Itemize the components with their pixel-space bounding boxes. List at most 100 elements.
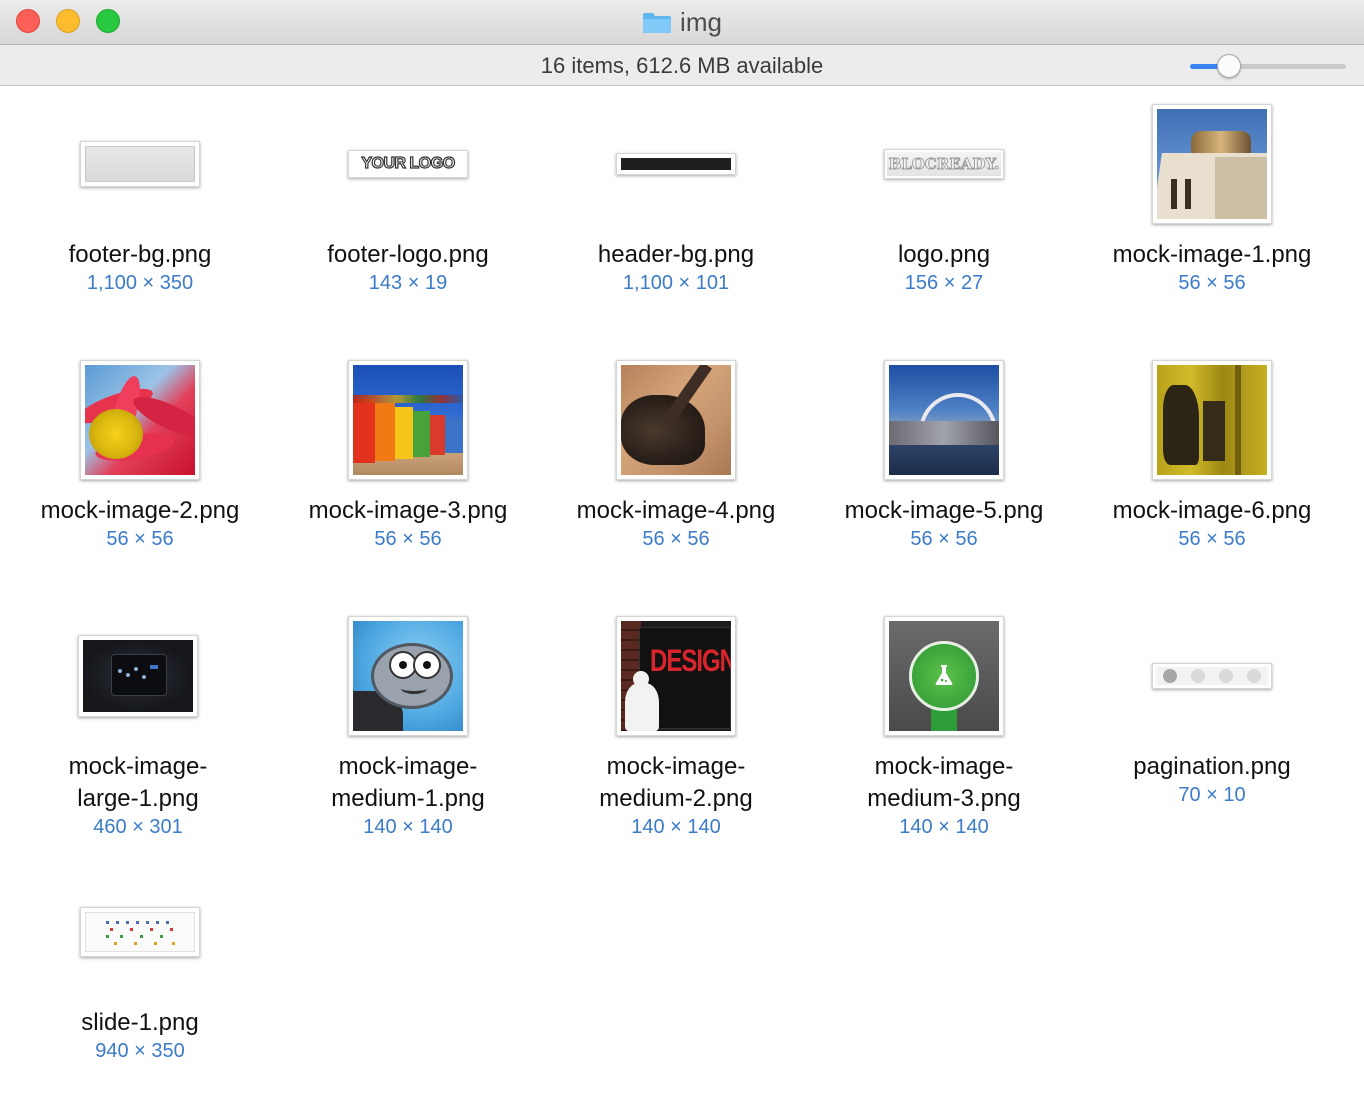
status-text: 16 items, 612.6 MB available (540, 53, 824, 78)
logo-thumbnail: BLOCREADY. (884, 149, 1004, 179)
file-dimensions: 56 × 56 (1178, 528, 1246, 550)
thumbnail[interactable] (6, 358, 274, 482)
file-name-line1: mock-image- (68, 753, 208, 780)
thumbnail[interactable] (1078, 102, 1346, 226)
mock-image-4-thumbnail (616, 360, 736, 480)
status-bar: 16 items, 612.6 MB available (0, 45, 1364, 86)
file-item[interactable]: header-bg.png 1,100 × 101 (542, 86, 810, 342)
thumbnail[interactable] (1078, 614, 1346, 738)
slide-1-thumbnail (80, 907, 200, 957)
file-label[interactable]: slide-1.png 940 × 350 (6, 1007, 274, 1063)
thumbnail[interactable] (4, 614, 272, 738)
thumbnail[interactable] (810, 358, 1078, 482)
thumbnail[interactable]: DESIGN (542, 614, 810, 738)
poster-title-text: DESIGN (650, 643, 731, 679)
thumbnail[interactable] (274, 614, 542, 738)
file-item[interactable]: footer-bg.png 1,100 × 350 (6, 86, 274, 342)
file-label[interactable]: mock-image- medium-1.png 140 × 140 (274, 751, 542, 839)
file-dimensions: 56 × 56 (1178, 272, 1246, 294)
file-name-line1: mock-image- (874, 753, 1014, 780)
file-label[interactable]: mock-image-5.png 56 × 56 (810, 495, 1078, 551)
file-item[interactable]: pagination.png 70 × 10 (1078, 598, 1346, 854)
file-item[interactable]: slide-1.png 940 × 350 (6, 854, 274, 1110)
mock-image-3-thumbnail (348, 360, 468, 480)
file-grid: footer-bg.png 1,100 × 350 YOUR LOGO foot… (0, 86, 1364, 1102)
file-item[interactable]: BLOCREADY. logo.png 156 × 27 (810, 86, 1078, 342)
slider-knob[interactable] (1217, 54, 1241, 78)
file-item[interactable]: DESIGN mock-image- medium-2.png 140 × 14… (542, 598, 810, 854)
pagination-thumbnail (1152, 663, 1272, 689)
file-label[interactable]: mock-image- medium-2.png 140 × 140 (542, 751, 810, 839)
file-dimensions: 140 × 140 (899, 816, 989, 838)
file-dimensions: 140 × 140 (363, 816, 453, 838)
file-name: mock-image-1.png (1112, 241, 1312, 268)
file-label[interactable]: mock-image-3.png 56 × 56 (274, 495, 542, 551)
file-dimensions: 156 × 27 (904, 272, 984, 294)
mock-image-6-thumbnail (1152, 360, 1272, 480)
thumbnail[interactable] (1078, 358, 1346, 482)
mock-image-medium-2-thumbnail: DESIGN (616, 616, 736, 736)
thumbnail[interactable] (810, 614, 1078, 738)
file-name: footer-logo.png (327, 241, 489, 268)
file-item[interactable]: mock-image- medium-1.png 140 × 140 (274, 598, 542, 854)
mock-image-2-thumbnail (80, 360, 200, 480)
file-name-line1: mock-image- (606, 753, 746, 780)
mock-image-1-thumbnail (1152, 104, 1272, 224)
thumbnail[interactable]: BLOCREADY. (810, 102, 1078, 226)
file-item[interactable]: mock-image-5.png 56 × 56 (810, 342, 1078, 598)
file-item[interactable]: mock-image-1.png 56 × 56 (1078, 86, 1346, 342)
header-bg-thumbnail (616, 153, 736, 175)
file-dimensions: 940 × 350 (95, 1040, 185, 1062)
footer-logo-thumbnail: YOUR LOGO (348, 150, 468, 178)
file-label[interactable]: mock-image-2.png 56 × 56 (6, 495, 274, 551)
file-item[interactable]: mock-image-4.png 56 × 56 (542, 342, 810, 598)
file-label[interactable]: mock-image- large-1.png 460 × 301 (4, 751, 272, 839)
file-dimensions: 56 × 56 (374, 528, 442, 550)
file-label[interactable]: header-bg.png 1,100 × 101 (542, 239, 810, 295)
mock-image-medium-3-thumbnail (884, 616, 1004, 736)
file-item[interactable]: mock-image-3.png 56 × 56 (274, 342, 542, 598)
mock-image-large-1-thumbnail (78, 635, 198, 717)
file-label[interactable]: mock-image-4.png 56 × 56 (542, 495, 810, 551)
file-label[interactable]: mock-image-6.png 56 × 56 (1078, 495, 1346, 551)
file-item[interactable]: YOUR LOGO footer-logo.png 143 × 19 (274, 86, 542, 342)
folder-icon (643, 12, 672, 33)
window-title-text: img (680, 7, 722, 37)
file-label[interactable]: footer-bg.png 1,100 × 350 (6, 239, 274, 295)
file-dimensions: 140 × 140 (631, 816, 721, 838)
file-item[interactable]: mock-image- medium-3.png 140 × 140 (810, 598, 1078, 854)
file-label[interactable]: pagination.png 70 × 10 (1078, 751, 1346, 807)
file-item[interactable]: mock-image-6.png 56 × 56 (1078, 342, 1346, 598)
file-dimensions: 143 × 19 (368, 272, 448, 294)
file-name: footer-bg.png (68, 241, 212, 268)
file-dimensions: 56 × 56 (642, 528, 710, 550)
file-item[interactable]: mock-image- large-1.png 460 × 301 (4, 598, 272, 854)
file-dimensions: 70 × 10 (1178, 784, 1246, 806)
file-name-line2: medium-3.png (867, 785, 1021, 812)
flask-icon (935, 665, 953, 685)
mock-image-medium-1-thumbnail (348, 616, 468, 736)
file-label[interactable]: mock-image- medium-3.png 140 × 140 (810, 751, 1078, 839)
file-name-line2: large-1.png (77, 785, 199, 812)
thumbnail[interactable] (6, 870, 274, 994)
file-dimensions: 56 × 56 (910, 528, 978, 550)
logo-image-text: BLOCREADY. (888, 155, 1000, 174)
file-name: mock-image-3.png (308, 497, 508, 524)
file-label[interactable]: footer-logo.png 143 × 19 (274, 239, 542, 295)
file-dimensions: 1,100 × 101 (622, 272, 730, 294)
thumbnail[interactable] (542, 102, 810, 226)
thumbnail[interactable]: YOUR LOGO (274, 102, 542, 226)
thumbnail[interactable] (542, 358, 810, 482)
file-name: header-bg.png (597, 241, 755, 268)
file-name-line2: medium-1.png (331, 785, 485, 812)
mock-image-5-thumbnail (884, 360, 1004, 480)
icon-size-slider[interactable] (1190, 54, 1346, 78)
thumbnail[interactable] (274, 358, 542, 482)
thumbnail[interactable] (6, 102, 274, 226)
window-title: img (0, 7, 1364, 37)
file-label[interactable]: logo.png 156 × 27 (810, 239, 1078, 295)
file-label[interactable]: mock-image-1.png 56 × 56 (1078, 239, 1346, 295)
file-name: mock-image-6.png (1112, 497, 1312, 524)
file-name-line1: mock-image- (338, 753, 478, 780)
file-item[interactable]: mock-image-2.png 56 × 56 (6, 342, 274, 598)
